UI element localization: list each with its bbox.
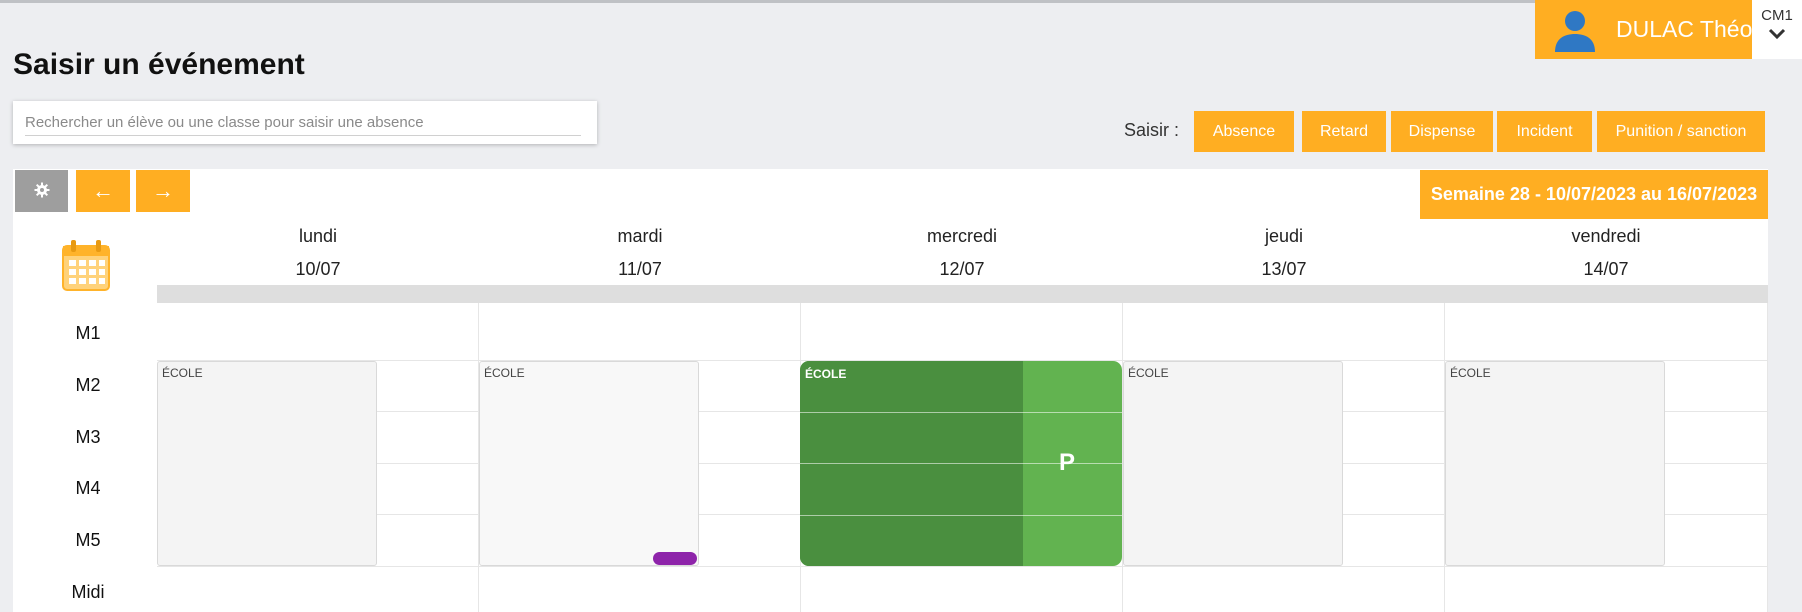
class-label: CM1 <box>1761 7 1793 24</box>
all-day-bar <box>157 285 1768 303</box>
slot-label-m5: M5 <box>75 530 101 550</box>
absence-button[interactable]: Absence <box>1194 111 1294 152</box>
grid-row-line <box>157 566 1768 567</box>
event-label: ÉCOLE <box>1128 366 1169 380</box>
dispense-button[interactable]: Dispense <box>1391 111 1493 152</box>
day-date-friday: 14/07 <box>1583 259 1629 279</box>
saisir-label: Saisir : <box>1124 120 1180 140</box>
gear-icon <box>34 178 50 204</box>
slot-divider <box>800 515 1122 516</box>
presence-mark: P <box>1059 449 1076 476</box>
top-border <box>0 0 1802 3</box>
calendar-panel: ← → Semaine 28 - 10/07/2023 au 16/07/202… <box>13 169 1768 612</box>
retard-button[interactable]: Retard <box>1302 111 1386 152</box>
event-label: ÉCOLE <box>1450 366 1491 380</box>
ecole-event-monday[interactable]: ÉCOLE <box>157 361 377 566</box>
ecole-event-tuesday[interactable]: ÉCOLE <box>479 361 699 566</box>
slot-label-m3: M3 <box>75 427 101 447</box>
punition-sanction-button[interactable]: Punition / sanction <box>1597 111 1765 152</box>
slot-label-m2: M2 <box>75 375 101 395</box>
slot-label-midi: Midi <box>71 582 105 602</box>
prev-week-button[interactable]: ← <box>76 170 130 212</box>
event-label: ÉCOLE <box>484 366 525 380</box>
slot-label-m4: M4 <box>75 478 101 498</box>
user-menu[interactable]: DULAC Théo <box>1535 0 1752 59</box>
ecole-event-friday[interactable]: ÉCOLE <box>1445 361 1665 566</box>
day-name-thursday: jeudi <box>1264 226 1304 246</box>
presence-event-wednesday[interactable]: ÉCOLE P <box>800 361 1122 566</box>
user-silhouette-icon <box>1551 6 1599 54</box>
next-week-button[interactable]: → <box>136 170 190 212</box>
day-name-friday: vendredi <box>1571 226 1641 246</box>
ecole-event-thursday[interactable]: ÉCOLE <box>1123 361 1343 566</box>
class-selector[interactable]: CM1 <box>1752 0 1802 59</box>
day-date-tuesday: 11/07 <box>618 259 662 279</box>
incident-button[interactable]: Incident <box>1497 111 1592 152</box>
day-date-wednesday: 12/07 <box>939 259 985 279</box>
event-label: ÉCOLE <box>162 366 203 380</box>
day-date-thursday: 13/07 <box>1261 259 1307 279</box>
settings-button[interactable] <box>15 170 68 212</box>
day-name-monday: lundi <box>298 226 338 246</box>
slot-divider <box>800 412 1122 413</box>
search-box <box>13 101 597 144</box>
calendar-icon[interactable] <box>61 238 111 292</box>
day-name-tuesday: mardi <box>617 226 663 246</box>
page-title: Saisir un événement <box>13 48 305 81</box>
grid-col-line <box>1767 303 1768 612</box>
user-name: DULAC Théo <box>1616 16 1753 42</box>
slot-label-m1: M1 <box>75 323 101 343</box>
search-input[interactable] <box>25 109 581 136</box>
day-name-wednesday: mercredi <box>926 226 997 246</box>
event-label: ÉCOLE <box>805 367 847 381</box>
day-date-monday: 10/07 <box>295 259 341 279</box>
chevron-down-icon <box>1768 27 1786 40</box>
event-marker[interactable] <box>653 552 697 565</box>
week-label: Semaine 28 - 10/07/2023 au 16/07/2023 <box>1420 170 1768 219</box>
